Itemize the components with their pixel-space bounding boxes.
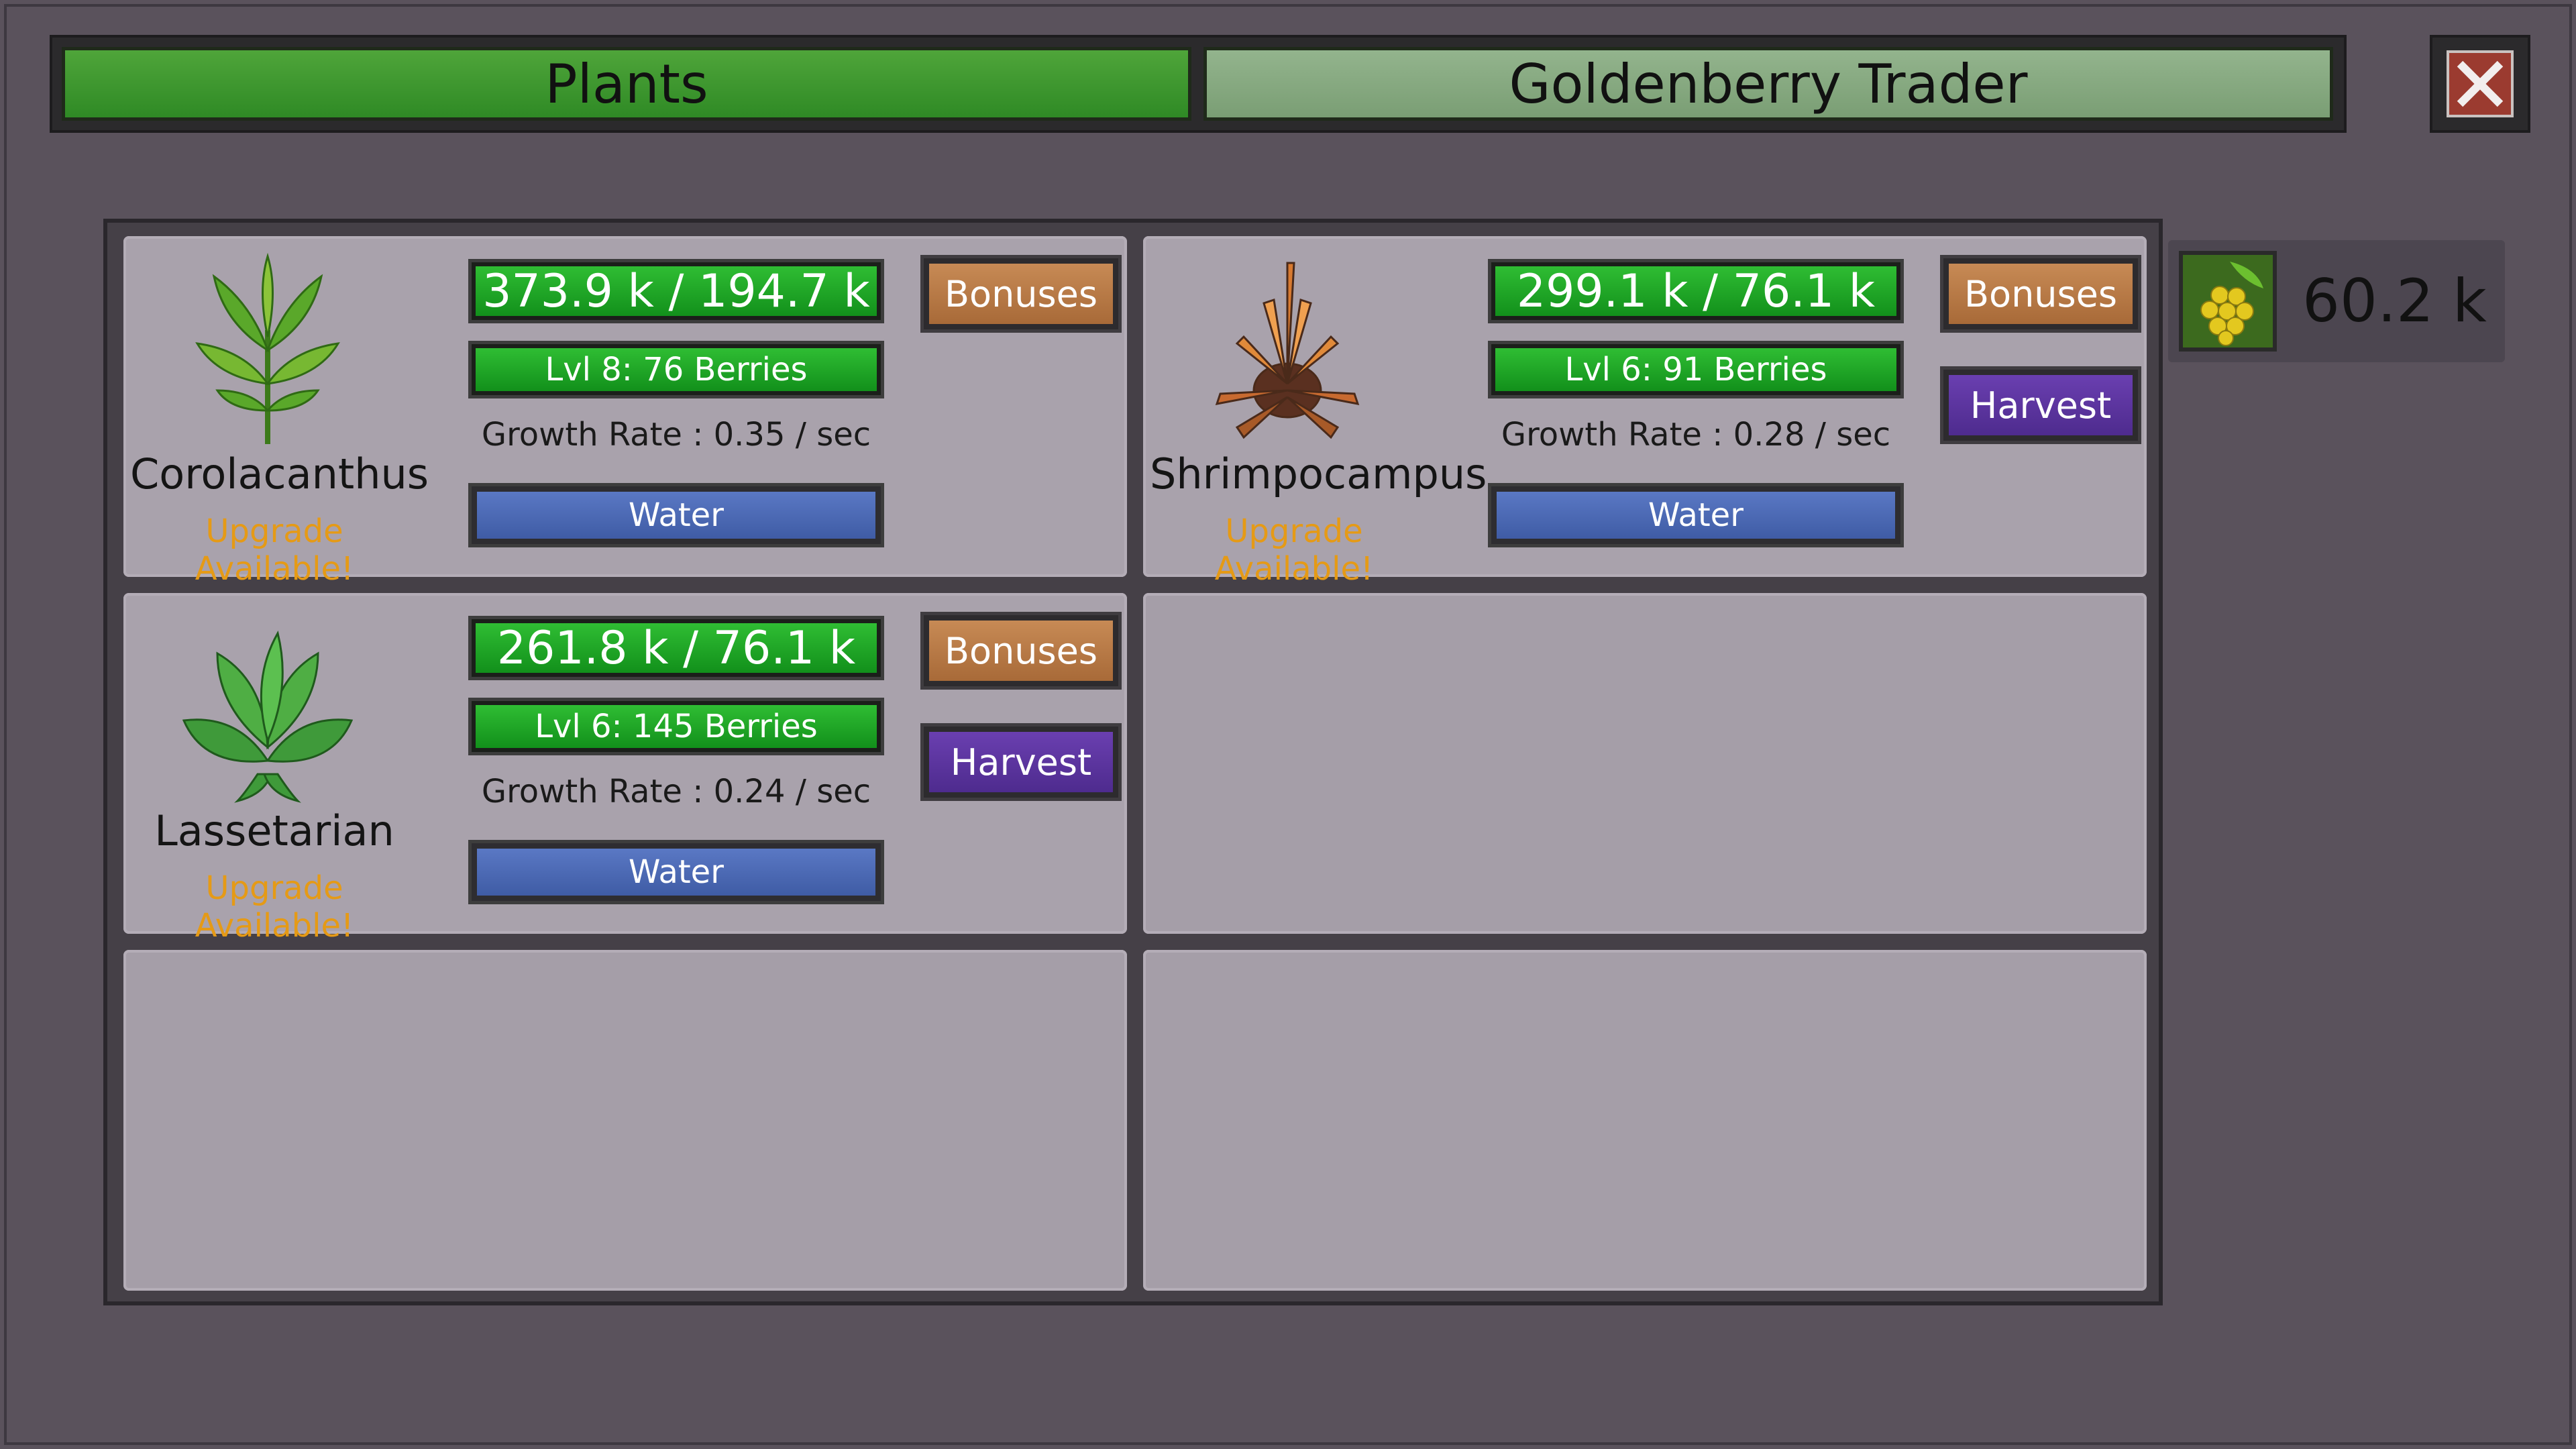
tab-plants[interactable]: Plants (62, 47, 1191, 121)
empty-plant-slot[interactable] (123, 950, 1127, 1291)
upgrade-available-label[interactable]: Upgrade Available! (130, 513, 419, 588)
tab-goldenberry-trader[interactable]: Goldenberry Trader (1203, 47, 2333, 121)
tab-bar: Plants Goldenberry Trader (50, 35, 2347, 133)
growth-progress-bar: 299.1 k / 76.1 k (1488, 259, 1904, 323)
level-text: Lvl 6: 145 Berries (535, 708, 818, 745)
bonuses-button-label: Bonuses (944, 272, 1098, 315)
goldenberry-count: 60.2 k (2302, 266, 2487, 335)
plant-slot-corolacanthus: Corolacanthus Upgrade Available! 373.9 k… (123, 236, 1127, 588)
goldenberry-icon (2179, 251, 2277, 352)
bonuses-button[interactable]: Bonuses (920, 612, 1122, 690)
level-bar: Lvl 8: 76 Berries (468, 341, 884, 398)
growth-progress-text: 299.1 k / 76.1 k (1516, 264, 1876, 318)
bonuses-button-label: Bonuses (1964, 272, 2118, 315)
plant-name: Lassetarian (154, 806, 394, 855)
upgrade-available-label[interactable]: Upgrade Available! (130, 869, 419, 945)
harvest-button-label: Harvest (1970, 384, 2112, 427)
bonuses-button[interactable]: Bonuses (920, 255, 1122, 333)
corolacanthus-plant-icon (195, 252, 340, 444)
growth-rate: Growth Rate : 0.24 / sec (481, 773, 871, 810)
water-button-label: Water (629, 496, 724, 534)
harvest-button[interactable]: Harvest (1940, 366, 2141, 444)
lassetarian-plant-icon (182, 631, 354, 803)
water-button-label: Water (1648, 496, 1743, 534)
level-bar: Lvl 6: 91 Berries (1488, 341, 1904, 398)
growth-rate: Growth Rate : 0.28 / sec (1501, 416, 1891, 453)
plant-slot-shrimpocampus: Shrimpocampus Upgrade Available! 299.1 k… (1143, 236, 2147, 588)
growth-progress-bar: 261.8 k / 76.1 k (468, 616, 884, 680)
plant-slot-lassetarian: Lassetarian Upgrade Available! 261.8 k /… (123, 593, 1127, 945)
bonuses-button[interactable]: Bonuses (1940, 255, 2141, 333)
empty-plant-slot[interactable] (1143, 593, 2147, 934)
water-button[interactable]: Water (468, 840, 884, 904)
level-bar: Lvl 6: 145 Berries (468, 698, 884, 755)
bonuses-button-label: Bonuses (944, 629, 1098, 672)
growth-rate: Growth Rate : 0.35 / sec (481, 416, 871, 453)
growth-progress-text: 373.9 k / 194.7 k (482, 264, 870, 318)
close-icon (2447, 50, 2514, 117)
close-button[interactable] (2430, 35, 2530, 133)
harvest-button[interactable]: Harvest (920, 723, 1122, 801)
water-button[interactable]: Water (468, 483, 884, 547)
growth-progress-text: 261.8 k / 76.1 k (496, 621, 856, 675)
level-text: Lvl 6: 91 Berries (1564, 351, 1827, 388)
plant-name: Shrimpocampus (1150, 449, 1487, 498)
plant-name: Corolacanthus (130, 449, 429, 498)
water-button[interactable]: Water (1488, 483, 1904, 547)
growth-progress-bar: 373.9 k / 194.7 k (468, 259, 884, 323)
water-button-label: Water (629, 853, 724, 891)
harvest-button-label: Harvest (950, 741, 1092, 784)
level-text: Lvl 8: 76 Berries (545, 351, 808, 388)
upgrade-available-label[interactable]: Upgrade Available! (1150, 513, 1438, 588)
shrimpocampus-plant-icon (1215, 262, 1360, 439)
plant-grid-panel: Corolacanthus Upgrade Available! 373.9 k… (103, 219, 2163, 1305)
empty-plant-slot[interactable] (1143, 950, 2147, 1291)
goldenberry-counter: 60.2 k (2168, 240, 2505, 362)
